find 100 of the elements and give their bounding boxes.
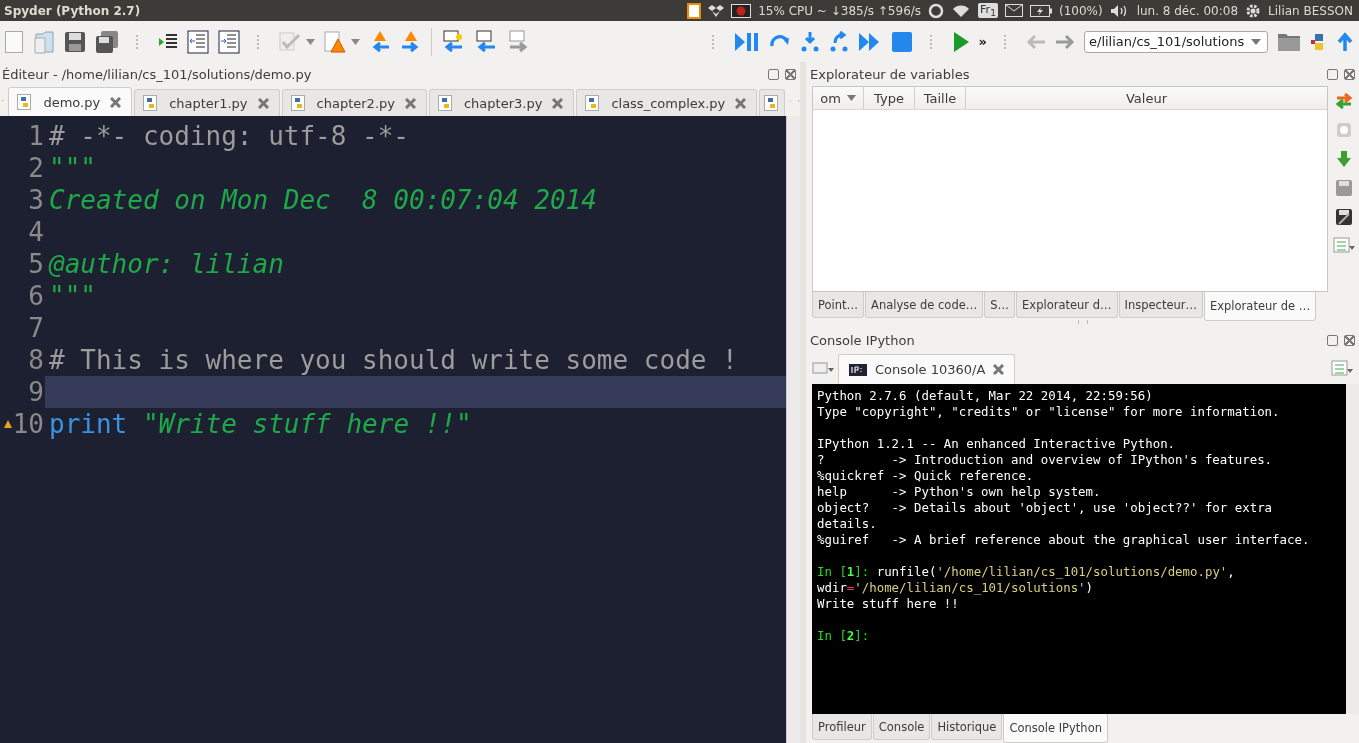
cpu-network-indicator[interactable]: 15% CPU ~ ↓385/s ↑596/s [758, 3, 922, 18]
pane-tab[interactable]: Profileur [812, 714, 872, 740]
toolbar-overflow-button[interactable]: » [978, 34, 987, 49]
file-tab[interactable]: chapter1.py [134, 89, 280, 116]
save-all-icon[interactable] [95, 29, 119, 54]
column-header[interactable]: Valeur [966, 87, 1327, 109]
debug-icon[interactable] [733, 30, 760, 53]
line-number: 10 [12, 409, 44, 439]
file-tab[interactable]: chapter3.py [428, 89, 575, 116]
console-line: help -> Python's own help system. [817, 484, 1101, 499]
mail-icon[interactable] [1004, 4, 1023, 17]
unindent-icon[interactable] [187, 29, 209, 54]
clock[interactable]: lun. 8 déc. 00:08 [1136, 3, 1239, 18]
working-directory-field[interactable]: e/lilian/cs_101/solutions [1084, 30, 1268, 53]
file-tab[interactable]: demo.py [8, 87, 133, 116]
system-monitor-icon[interactable] [731, 3, 752, 18]
user-name[interactable]: Lilian BESSON [1268, 3, 1353, 18]
close-icon[interactable] [993, 364, 1005, 375]
column-header[interactable]: Type [864, 87, 915, 109]
undock-icon[interactable] [1327, 68, 1338, 80]
console-output[interactable] [812, 384, 1359, 714]
console-line: wdir='/home/lilian/cs_101/solutions') [817, 580, 1094, 595]
folder-icon[interactable] [1277, 31, 1301, 52]
checkmark-icon[interactable] [279, 31, 301, 52]
file-tab[interactable]: chapter2.py [281, 89, 427, 116]
pane-tab[interactable]: Historique [931, 714, 1003, 740]
pane-tab[interactable]: Console [872, 714, 931, 740]
indent-icon[interactable] [218, 29, 240, 54]
code-line: """ [48, 152, 97, 184]
up-arrow-icon[interactable] [1337, 31, 1353, 52]
run-icon[interactable] [951, 30, 970, 53]
console-list-icon[interactable] [812, 361, 834, 375]
last-edit-icon[interactable] [441, 29, 465, 54]
close-icon[interactable] [552, 97, 564, 109]
pane-tab[interactable]: Point… [812, 292, 865, 318]
forward-arrow-icon[interactable] [1055, 33, 1075, 50]
ubuntu-logo-icon[interactable] [928, 2, 945, 19]
scrollbar[interactable] [1346, 384, 1359, 714]
python-file-icon [585, 95, 602, 111]
console-line: Type "copyright", "credits" or "license" for more information. [817, 404, 1280, 419]
new-file-icon[interactable] [4, 29, 24, 54]
refresh-icon[interactable] [1334, 92, 1353, 110]
previous-cursor-icon[interactable] [474, 29, 498, 54]
pane-tab[interactable]: Analyse de code… [865, 292, 984, 318]
battery-icon[interactable] [1029, 4, 1052, 17]
save-as-icon[interactable] [1334, 208, 1353, 226]
gear-icon[interactable] [1245, 2, 1262, 19]
close-icon[interactable] [110, 96, 122, 108]
step-into-icon[interactable] [799, 30, 820, 53]
python-file-icon [17, 94, 34, 110]
python-file-icon [437, 95, 454, 111]
line-number: 5 [28, 249, 44, 279]
console-tab[interactable]: Console 10360/A [838, 354, 1016, 384]
warning-document-icon[interactable] [324, 30, 346, 53]
line-number: 1 [28, 121, 44, 151]
download-arrow-icon[interactable] [1334, 150, 1353, 168]
file-tab[interactable] [759, 89, 786, 116]
close-icon[interactable] [735, 97, 747, 109]
console-pane-title: Console IPython [810, 332, 915, 348]
undock-icon[interactable] [768, 68, 779, 80]
close-icon[interactable] [1344, 68, 1355, 80]
wifi-icon[interactable] [951, 3, 972, 18]
console-line: %quickref -> Quick reference. [817, 468, 1034, 483]
battery-level[interactable]: (100%) [1058, 3, 1103, 18]
column-header[interactable]: om [813, 87, 864, 109]
pane-tab[interactable]: Inspecteur… [1118, 292, 1203, 318]
scrollbar[interactable] [786, 116, 800, 743]
close-icon[interactable] [785, 68, 796, 80]
line-number: 2 [28, 153, 44, 183]
dropbox-icon[interactable] [708, 3, 725, 18]
pane-tab[interactable]: Console IPython [1003, 714, 1108, 743]
code-line: # This is where you should write some code ! [48, 344, 739, 376]
close-icon[interactable] [404, 97, 416, 109]
console-line: object? -> Details about 'object', use 'object??' for extra [817, 500, 1273, 515]
line-number: 4 [28, 217, 44, 247]
variable-explorer-title: Explorateur de variables [810, 66, 970, 82]
console-line: Python 2.7.6 (default, Mar 22 2014, 22:59:56) [817, 388, 1153, 403]
line-number: 6 [28, 281, 44, 311]
stop-icon[interactable] [890, 30, 913, 53]
caret-icon[interactable] [351, 38, 360, 45]
close-icon[interactable] [1344, 334, 1355, 346]
step-return-icon[interactable] [828, 30, 849, 53]
pane-tab[interactable]: Explorateur de … [1204, 292, 1317, 321]
dropdown-caret-icon[interactable] [1251, 38, 1261, 45]
file-tab[interactable]: class_complex.py [576, 89, 758, 116]
close-icon[interactable] [257, 97, 269, 109]
pane-tab[interactable]: Explorateur d… [1016, 292, 1118, 318]
caret-icon[interactable] [306, 38, 315, 45]
console-line: In [1]: runfile('/home/lilian/cs_101/solutions/demo.py', [817, 564, 1235, 579]
clipboard-icon[interactable] [687, 2, 702, 19]
save-icon[interactable] [64, 30, 86, 53]
undock-icon[interactable] [1327, 334, 1338, 346]
column-header[interactable]: Taille [915, 87, 966, 109]
console-icon [849, 363, 867, 376]
console-line: %guiref -> A brief reference about the graphical user interface. [817, 532, 1310, 547]
pane-tab[interactable]: S… [984, 292, 1016, 318]
console-line: ? -> Introduction and overview of IPython's features. [817, 452, 1273, 467]
sort-caret-icon[interactable] [846, 95, 856, 101]
editor-pane-title: Éditeur - /home/lilian/cs_101/solutions/demo.py [2, 66, 312, 82]
keyboard-layout-indicator[interactable]: Fr$_{1}$ [978, 2, 998, 19]
